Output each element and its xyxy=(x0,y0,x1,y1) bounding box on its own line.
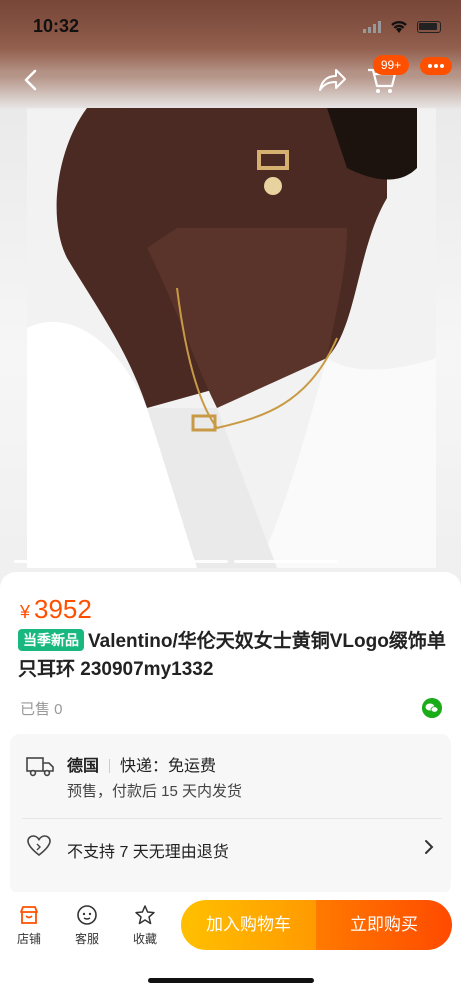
product-title: 当季新品 Valentino/华伦天奴女士黄铜VLogo缀饰单只耳环 230907… xyxy=(18,628,446,684)
status-bar: 10:32 xyxy=(0,0,461,52)
share-icon[interactable] xyxy=(316,64,348,96)
gallery-indicator xyxy=(14,560,118,563)
favorite-label: 收藏 xyxy=(132,932,157,946)
store-button[interactable]: 店铺 xyxy=(4,904,54,947)
service-icon xyxy=(77,905,97,925)
status-time: 10:32 xyxy=(33,16,80,36)
battery-icon xyxy=(417,21,441,33)
product-info-card: ¥3952 当季新品 Valentino/华伦天奴女士黄铜VLogo缀饰单只耳环 … xyxy=(0,572,461,894)
service-label: 客服 xyxy=(74,932,99,946)
wifi-icon xyxy=(391,20,407,33)
customer-service-button[interactable]: 客服 xyxy=(62,904,112,947)
back-icon[interactable] xyxy=(14,62,50,98)
product-photo xyxy=(27,108,436,568)
shipping-summary: 德国 快递：免运费 xyxy=(67,752,216,776)
new-season-tag: 当季新品 xyxy=(18,629,84,651)
cart-badge: 99+ xyxy=(373,55,409,75)
store-label: 店铺 xyxy=(16,932,41,946)
delivery-fee: 快递：免运费 xyxy=(120,758,217,775)
home-indicator xyxy=(148,978,314,983)
buy-now-button[interactable]: 立即购买 xyxy=(316,900,452,950)
price: ¥3952 xyxy=(20,594,92,625)
add-to-cart-button[interactable]: 加入购物车 xyxy=(181,900,316,950)
price-value: 3952 xyxy=(34,594,92,624)
more-icon[interactable] xyxy=(420,57,452,75)
wechat-icon[interactable] xyxy=(422,698,442,718)
truck-icon xyxy=(26,757,54,777)
star-icon xyxy=(135,905,155,925)
gallery-indicator xyxy=(124,560,228,563)
sold-count: 已售 0 xyxy=(20,701,63,718)
store-icon xyxy=(20,906,38,924)
gallery-indicator xyxy=(234,560,338,563)
price-currency: ¥ xyxy=(20,602,31,622)
ship-origin: 德国 xyxy=(67,758,100,775)
chevron-right-icon[interactable] xyxy=(420,838,438,856)
signal-icon xyxy=(363,21,381,33)
return-policy[interactable]: 不支持 7 天无理由退货 xyxy=(67,838,229,862)
heart-icon xyxy=(27,835,51,857)
presale-note: 预售，付款后 15 天内发货 xyxy=(67,783,243,800)
divider xyxy=(22,818,442,819)
bottom-action-bar: 店铺 客服 收藏 加入购物车 立即购买 xyxy=(0,892,461,1000)
favorite-button[interactable]: 收藏 xyxy=(120,904,170,947)
service-info-box: 德国 快递：免运费 预售，付款后 15 天内发货 不支持 7 天无理由退货 xyxy=(10,734,451,894)
